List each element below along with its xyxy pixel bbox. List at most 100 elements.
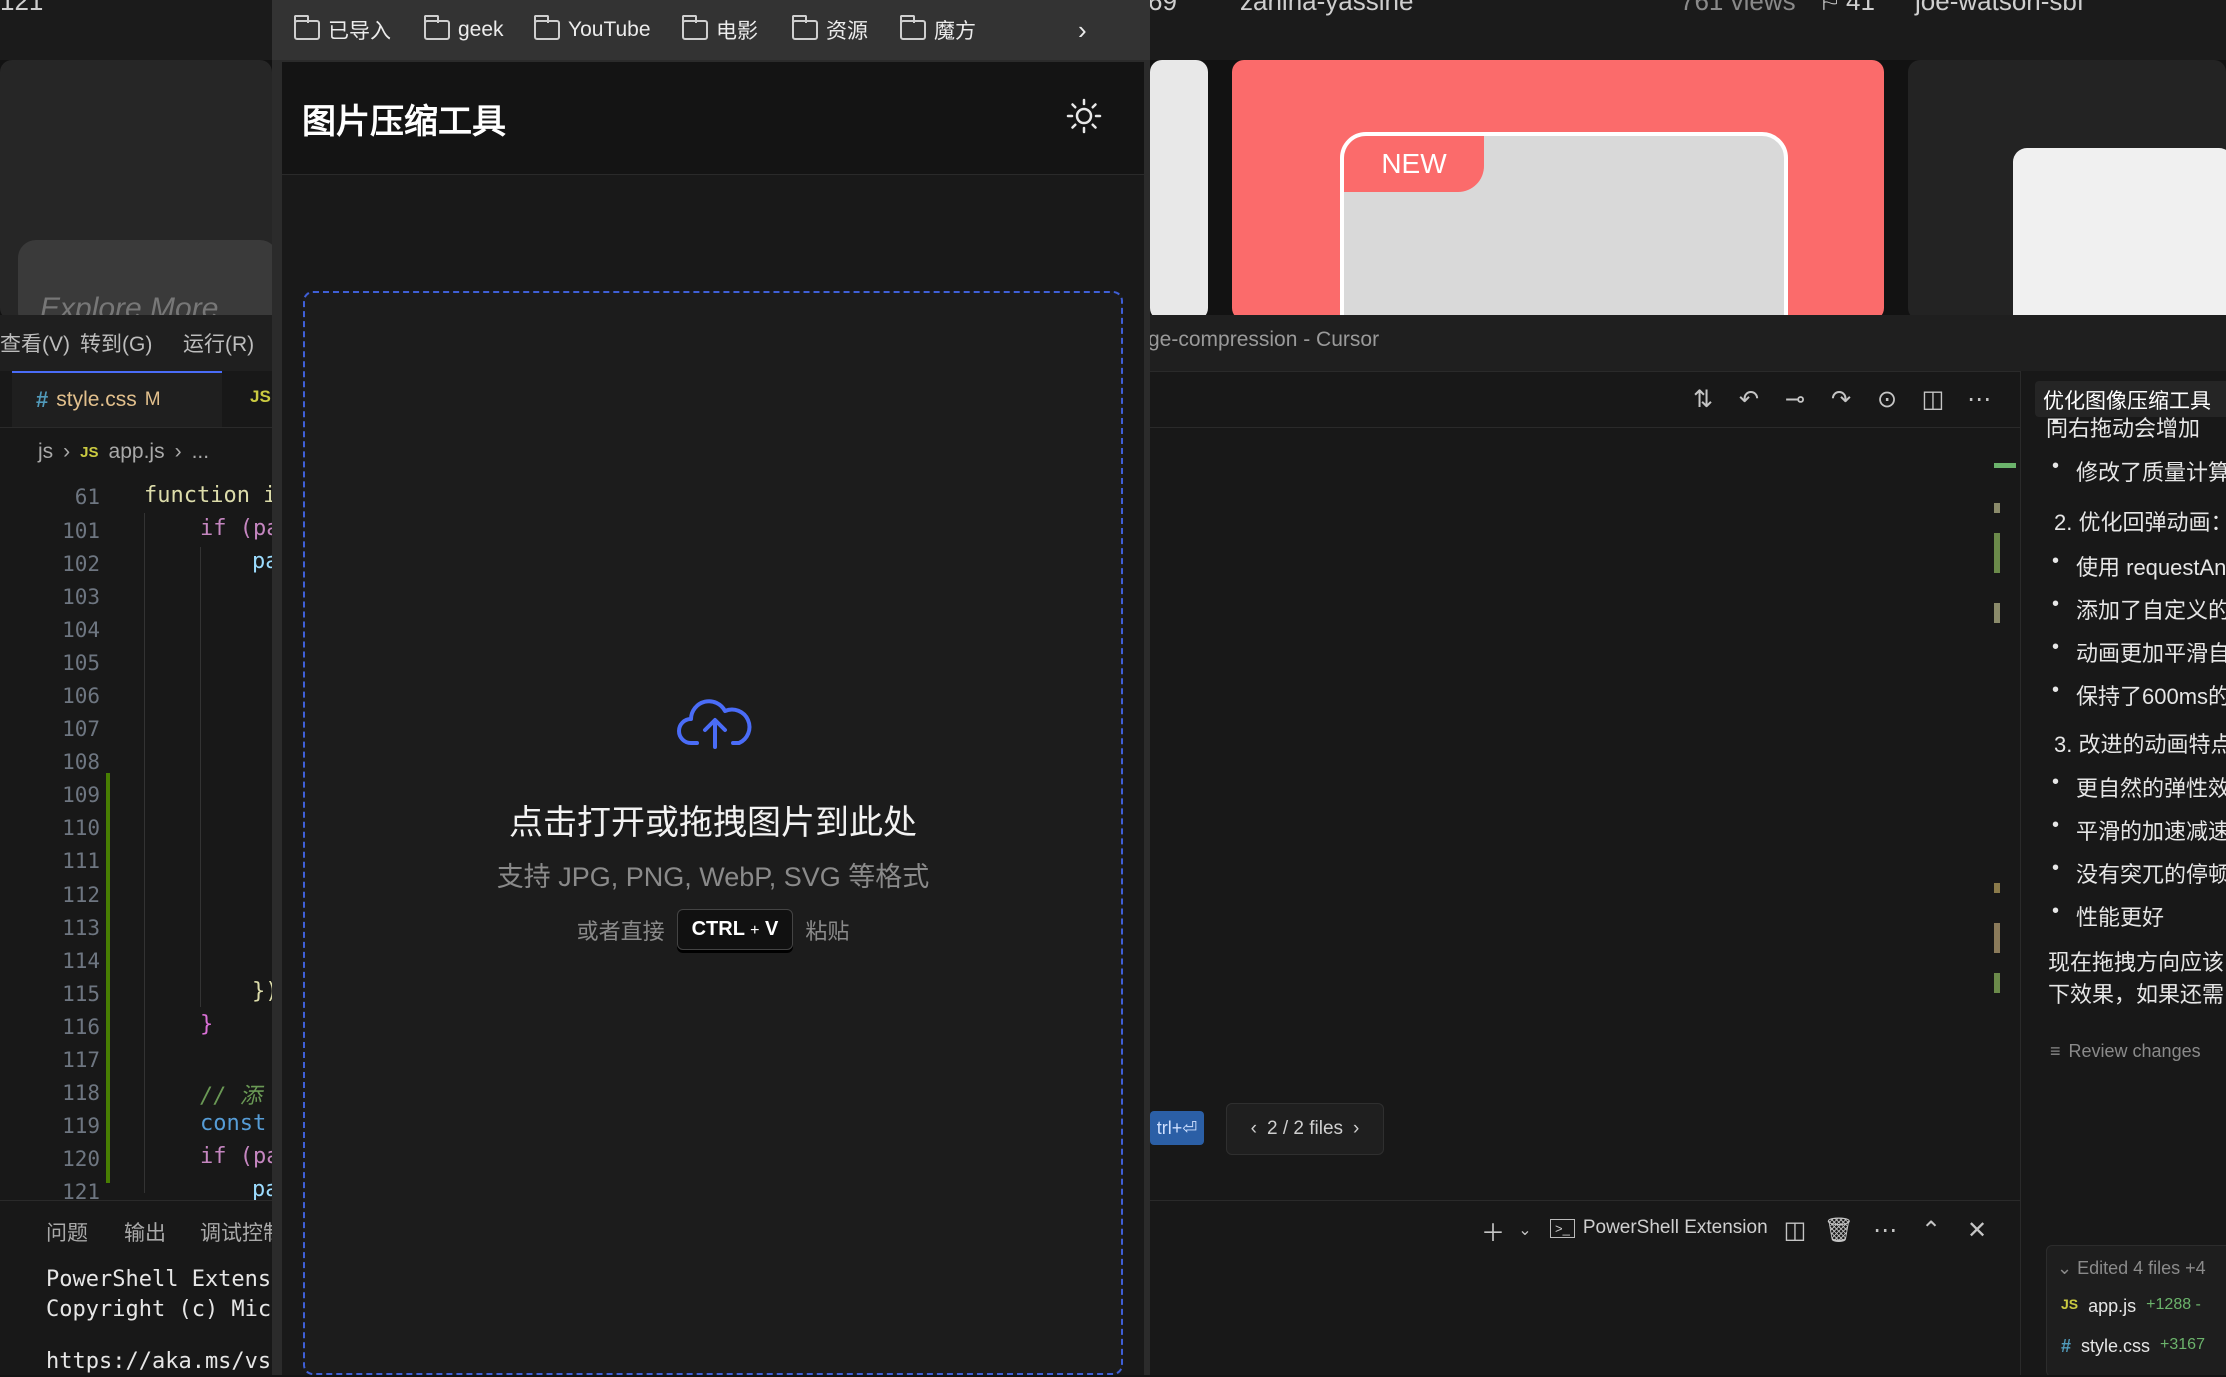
edited-file-row[interactable]: # style.css +3167 bbox=[2061, 1336, 2205, 1357]
split-editor-icon[interactable]: ◫ bbox=[1916, 382, 1950, 416]
site-card-white[interactable] bbox=[1150, 60, 1208, 315]
menu-view[interactable]: 查看(V) bbox=[0, 328, 70, 358]
chevron-right-icon[interactable]: › bbox=[1353, 1118, 1359, 1140]
chevron-left-icon[interactable]: ‹ bbox=[1251, 1118, 1257, 1140]
author-link-2[interactable]: joe-watson-sbf bbox=[1915, 0, 2084, 17]
line-number: 112 bbox=[62, 883, 100, 907]
chat-bullet-text: 使用 requestAn bbox=[2076, 555, 2226, 580]
indent-guide bbox=[200, 547, 201, 1007]
image-compressor-window: 已导入 geek YouTube 电影 资源 魔方 › 图片压缩工具 点击打开或… bbox=[272, 0, 1150, 1375]
site-card-left[interactable]: Explore More bbox=[0, 60, 278, 315]
chat-bullet-text: 性能更好 bbox=[2076, 905, 2165, 930]
chat-bullet-text: 修改了质量计算 bbox=[2076, 460, 2226, 485]
line-number: 118 bbox=[62, 1081, 100, 1105]
edited-files-summary[interactable]: ⌄ Edited 4 files +4 bbox=[2057, 1258, 2206, 1279]
chat-heading: 3. 改进的动画特点 bbox=[2054, 732, 2226, 757]
bookmark-folder-youtube[interactable]: YouTube bbox=[534, 14, 651, 46]
sun-icon bbox=[1066, 98, 1102, 134]
bookmarks-bar: 已导入 geek YouTube 电影 资源 魔方 › bbox=[272, 0, 1150, 60]
bookmark-label: 资源 bbox=[826, 20, 868, 43]
bookmark-label: YouTube bbox=[568, 18, 651, 41]
minimap-change-markers bbox=[1994, 463, 2016, 1023]
folder-icon bbox=[534, 15, 560, 40]
line-number: 109 bbox=[62, 783, 100, 807]
terminal-output[interactable]: PowerShell Extensi Copyright (c) Micr ht… bbox=[46, 1265, 284, 1377]
kbd-v: V bbox=[765, 918, 779, 940]
accept-shortcut-button[interactable]: trl+⏎ bbox=[1150, 1111, 1204, 1145]
chevron-right-icon[interactable]: › bbox=[1078, 14, 1087, 46]
css-file-icon: # bbox=[36, 387, 49, 412]
bullet-icon: • bbox=[2052, 771, 2060, 793]
line-number: 107 bbox=[62, 717, 100, 741]
review-label: Review changes bbox=[2068, 1041, 2201, 1061]
bullet-icon: • bbox=[2052, 593, 2060, 615]
app-title: 图片压缩工具 bbox=[302, 103, 506, 141]
site-count: 121 bbox=[0, 0, 44, 16]
author-link[interactable]: zanina-yassine bbox=[1240, 0, 1413, 17]
folder-icon bbox=[792, 15, 818, 40]
code-lines[interactable]: 61 101 102 103 104 105 106 107 108 109 1… bbox=[0, 473, 279, 1204]
js-tab-icon[interactable]: JS bbox=[250, 387, 271, 407]
bookmark-folder-resources[interactable]: 资源 bbox=[792, 14, 868, 46]
go-forward-change-icon[interactable]: ↷ bbox=[1824, 382, 1858, 416]
code-text: } bbox=[200, 1012, 214, 1037]
line-number: 101 bbox=[62, 519, 100, 543]
code-comment: // 添 bbox=[200, 1084, 262, 1109]
bookmark-label: 电影 bbox=[716, 20, 758, 43]
bullet-icon: • bbox=[2052, 900, 2060, 922]
chevron-up-icon[interactable]: ⌃ bbox=[1914, 1213, 1948, 1247]
chevron-right-icon: › bbox=[63, 440, 71, 463]
tab-style-css[interactable]: # style.css M bbox=[12, 371, 222, 427]
review-changes-button[interactable]: ≡ Review changes bbox=[2050, 1041, 2201, 1062]
trash-icon[interactable]: 🗑 bbox=[1822, 1213, 1856, 1247]
edited-file-row[interactable]: JS app.js +1288 - bbox=[2061, 1296, 2201, 1317]
paste-prefix: 或者直接 bbox=[576, 918, 665, 944]
chevron-down-icon[interactable]: ⌄ bbox=[1508, 1213, 1542, 1247]
card-preview-right bbox=[2013, 148, 2226, 315]
line-number: 104 bbox=[62, 618, 100, 642]
css-file-icon: # bbox=[2061, 1336, 2072, 1356]
paste-hint: 或者直接 CTRL + V 粘贴 bbox=[305, 909, 1121, 950]
panel-tab-problems[interactable]: 问题 bbox=[46, 1217, 88, 1247]
line-number: 116 bbox=[62, 1015, 100, 1039]
commit-icon[interactable]: ⊸ bbox=[1778, 382, 1812, 416]
split-terminal-icon[interactable]: ◫ bbox=[1778, 1213, 1812, 1247]
paste-suffix: 粘贴 bbox=[805, 918, 850, 944]
breadcrumb-folder[interactable]: js bbox=[38, 440, 53, 464]
breadcrumb-more[interactable]: ... bbox=[192, 440, 210, 464]
theme-toggle-button[interactable] bbox=[1066, 98, 1102, 134]
image-dropzone[interactable]: 点击打开或拖拽图片到此处 支持 JPG, PNG, WebP, SVG 等格式 … bbox=[303, 291, 1123, 1375]
line-number: 120 bbox=[62, 1147, 100, 1171]
git-compare-icon[interactable]: ⇅ bbox=[1686, 382, 1720, 416]
bookmark-folder-geek[interactable]: geek bbox=[424, 14, 504, 46]
chevron-down-icon: ⌄ bbox=[2057, 1258, 2073, 1278]
file-navigator: ‹ 2 / 2 files › bbox=[1226, 1103, 1384, 1155]
chat-content: 同右拖动会增加 • • 修改了质量计算 2. 优化回弹动画： • 使用 requ… bbox=[2020, 405, 2226, 1375]
line-number: 103 bbox=[62, 585, 100, 609]
more-actions-icon[interactable]: ⋯ bbox=[1962, 382, 1996, 416]
site-card-red[interactable]: NEW bbox=[1232, 60, 1884, 315]
panel-tab-output[interactable]: 输出 bbox=[124, 1217, 166, 1247]
close-icon[interactable]: ✕ bbox=[1960, 1213, 1994, 1247]
git-graph-icon[interactable]: ⊙ bbox=[1870, 382, 1904, 416]
bookmark-folder-imported[interactable]: 已导入 bbox=[294, 14, 391, 46]
bookmark-folder-movies[interactable]: 电影 bbox=[682, 14, 758, 46]
go-back-change-icon[interactable]: ↶ bbox=[1732, 382, 1766, 416]
terminal-selector[interactable]: >_ PowerShell Extension bbox=[1550, 1217, 1768, 1239]
bookmark-label: 已导入 bbox=[328, 20, 391, 43]
window-title: ge-compression - Cursor bbox=[1148, 328, 1380, 351]
file-diff: +3167 bbox=[2160, 1336, 2205, 1353]
code-text: const bbox=[200, 1111, 267, 1136]
paste-shortcut-key: CTRL + V bbox=[676, 909, 794, 950]
views-count: 761 views bbox=[1680, 0, 1796, 16]
site-card-right[interactable] bbox=[1908, 60, 2226, 315]
more-actions-icon[interactable]: ⋯ bbox=[1868, 1213, 1902, 1247]
chat-bullet-text: 添加了自定义的 bbox=[2076, 598, 2226, 623]
chat-paragraph: 下效果，如果还需 bbox=[2048, 982, 2225, 1007]
menu-run[interactable]: 运行(R) bbox=[183, 328, 254, 358]
add-terminal-icon[interactable]: ＋ bbox=[1476, 1213, 1510, 1247]
menu-goto[interactable]: 转到(G) bbox=[80, 328, 152, 358]
breadcrumb-file[interactable]: app.js bbox=[109, 440, 165, 464]
bookmark-folder-cube[interactable]: 魔方 bbox=[900, 14, 976, 46]
change-marker bbox=[1994, 603, 2000, 623]
